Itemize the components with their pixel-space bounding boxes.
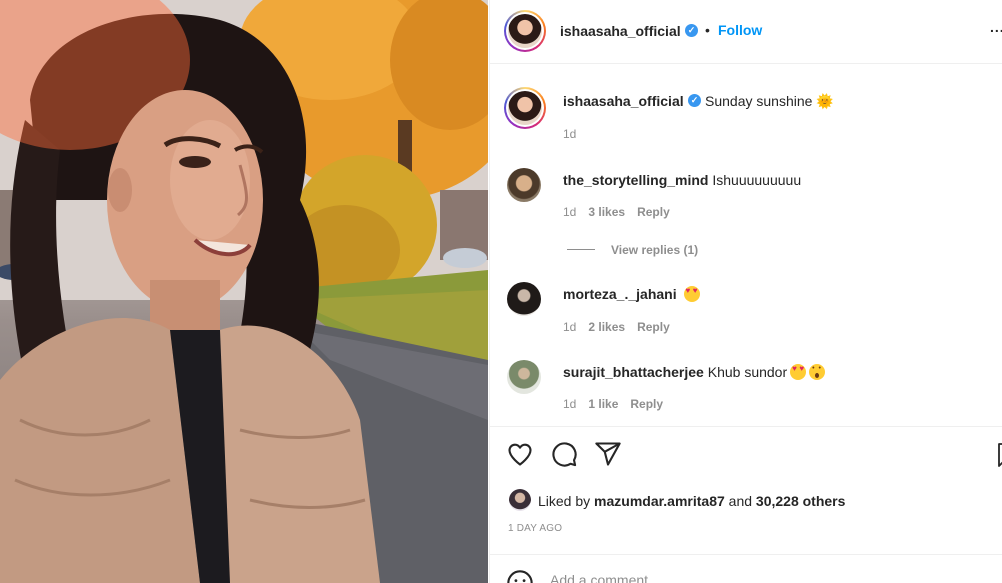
caption-author-avatar[interactable]	[504, 87, 546, 129]
like-heart-icon[interactable]	[506, 440, 534, 468]
liker-avatar[interactable]	[509, 489, 531, 511]
emoji-smiley-icon[interactable]	[506, 569, 534, 583]
caption-time[interactable]: 1d	[563, 127, 576, 141]
header-separator: •	[705, 22, 710, 38]
post-details-panel: ishaasaha_official ✓ • Follow ... ishaas…	[489, 0, 1002, 583]
share-paper-plane-icon[interactable]	[594, 440, 622, 468]
comment-username[interactable]: surajit_bhattacherjee	[563, 364, 704, 380]
photo-illustration	[0, 0, 488, 583]
follow-button[interactable]: Follow	[718, 22, 762, 38]
likes-conj: and	[728, 493, 753, 509]
comment-likes[interactable]: 3 likes	[588, 205, 625, 219]
comment-username[interactable]: morteza_._jahani	[563, 286, 677, 302]
post-photo	[0, 0, 488, 583]
comment-likes[interactable]: 2 likes	[588, 320, 625, 334]
comment-meta: 1d 3 likes Reply	[563, 205, 682, 219]
commenter-avatar[interactable]	[507, 282, 541, 316]
comment-time[interactable]: 1d	[563, 320, 576, 334]
comment-time[interactable]: 1d	[563, 397, 576, 411]
comment-meta: 1d 2 likes Reply	[563, 320, 682, 334]
post-time-ago[interactable]: 1 DAY AGO	[508, 523, 562, 534]
comment-meta: 1d 1 like Reply	[563, 397, 675, 411]
author-username[interactable]: ishaasaha_official	[560, 23, 681, 39]
caption-text: Sunday sunshine 🌞	[705, 93, 834, 110]
actions-divider	[490, 426, 1002, 427]
caption-verified-badge-icon: ✓	[688, 94, 701, 107]
surprised-face-emoji-icon	[809, 364, 826, 380]
reply-button[interactable]: Reply	[637, 320, 670, 334]
liker-username[interactable]: mazumdar.amrita87	[594, 493, 725, 509]
caption-body: Sunday sunshine	[705, 93, 813, 109]
comment-text: morteza_._jahani	[563, 286, 700, 302]
comment-username[interactable]: the_storytelling_mind	[563, 172, 708, 188]
reply-button[interactable]: Reply	[630, 397, 663, 411]
comment-text: the_storytelling_mind Ishuuuuuuuuu	[563, 172, 801, 188]
comment-time[interactable]: 1d	[563, 205, 576, 219]
comment-likes[interactable]: 1 like	[588, 397, 618, 411]
view-replies-button[interactable]: View replies (1)	[611, 243, 698, 257]
comment-body: Khub sundor	[707, 364, 788, 380]
commenter-avatar[interactable]	[507, 360, 541, 394]
heart-eyes-emoji-icon	[683, 286, 700, 302]
likes-prefix: Liked by	[538, 493, 591, 509]
comment-text: surajit_bhattacherjee Khub sundor	[563, 364, 826, 380]
more-options-icon[interactable]: ...	[990, 19, 1002, 35]
reply-button[interactable]: Reply	[637, 205, 670, 219]
add-comment-input[interactable]	[550, 572, 930, 583]
caption-username[interactable]: ishaasaha_official	[563, 93, 684, 109]
heart-eyes-emoji-icon	[790, 364, 807, 380]
sun-emoji-icon: 🌞	[816, 93, 834, 109]
add-comment-bar	[490, 554, 1002, 583]
commenter-avatar[interactable]	[507, 168, 541, 202]
verified-badge-icon: ✓	[685, 24, 698, 37]
author-avatar[interactable]	[504, 10, 546, 52]
post-header: ishaasaha_official ✓ • Follow ...	[490, 0, 1002, 64]
likes-summary: Liked by mazumdar.amrita87 and 30,228 ot…	[538, 493, 845, 509]
comment-body: Ishuuuuuuuuu	[712, 172, 802, 188]
likes-others-count[interactable]: 30,228 others	[756, 493, 846, 509]
view-replies-divider	[567, 249, 595, 250]
save-bookmark-icon[interactable]	[997, 442, 1002, 468]
comment-bubble-icon[interactable]	[550, 440, 578, 468]
